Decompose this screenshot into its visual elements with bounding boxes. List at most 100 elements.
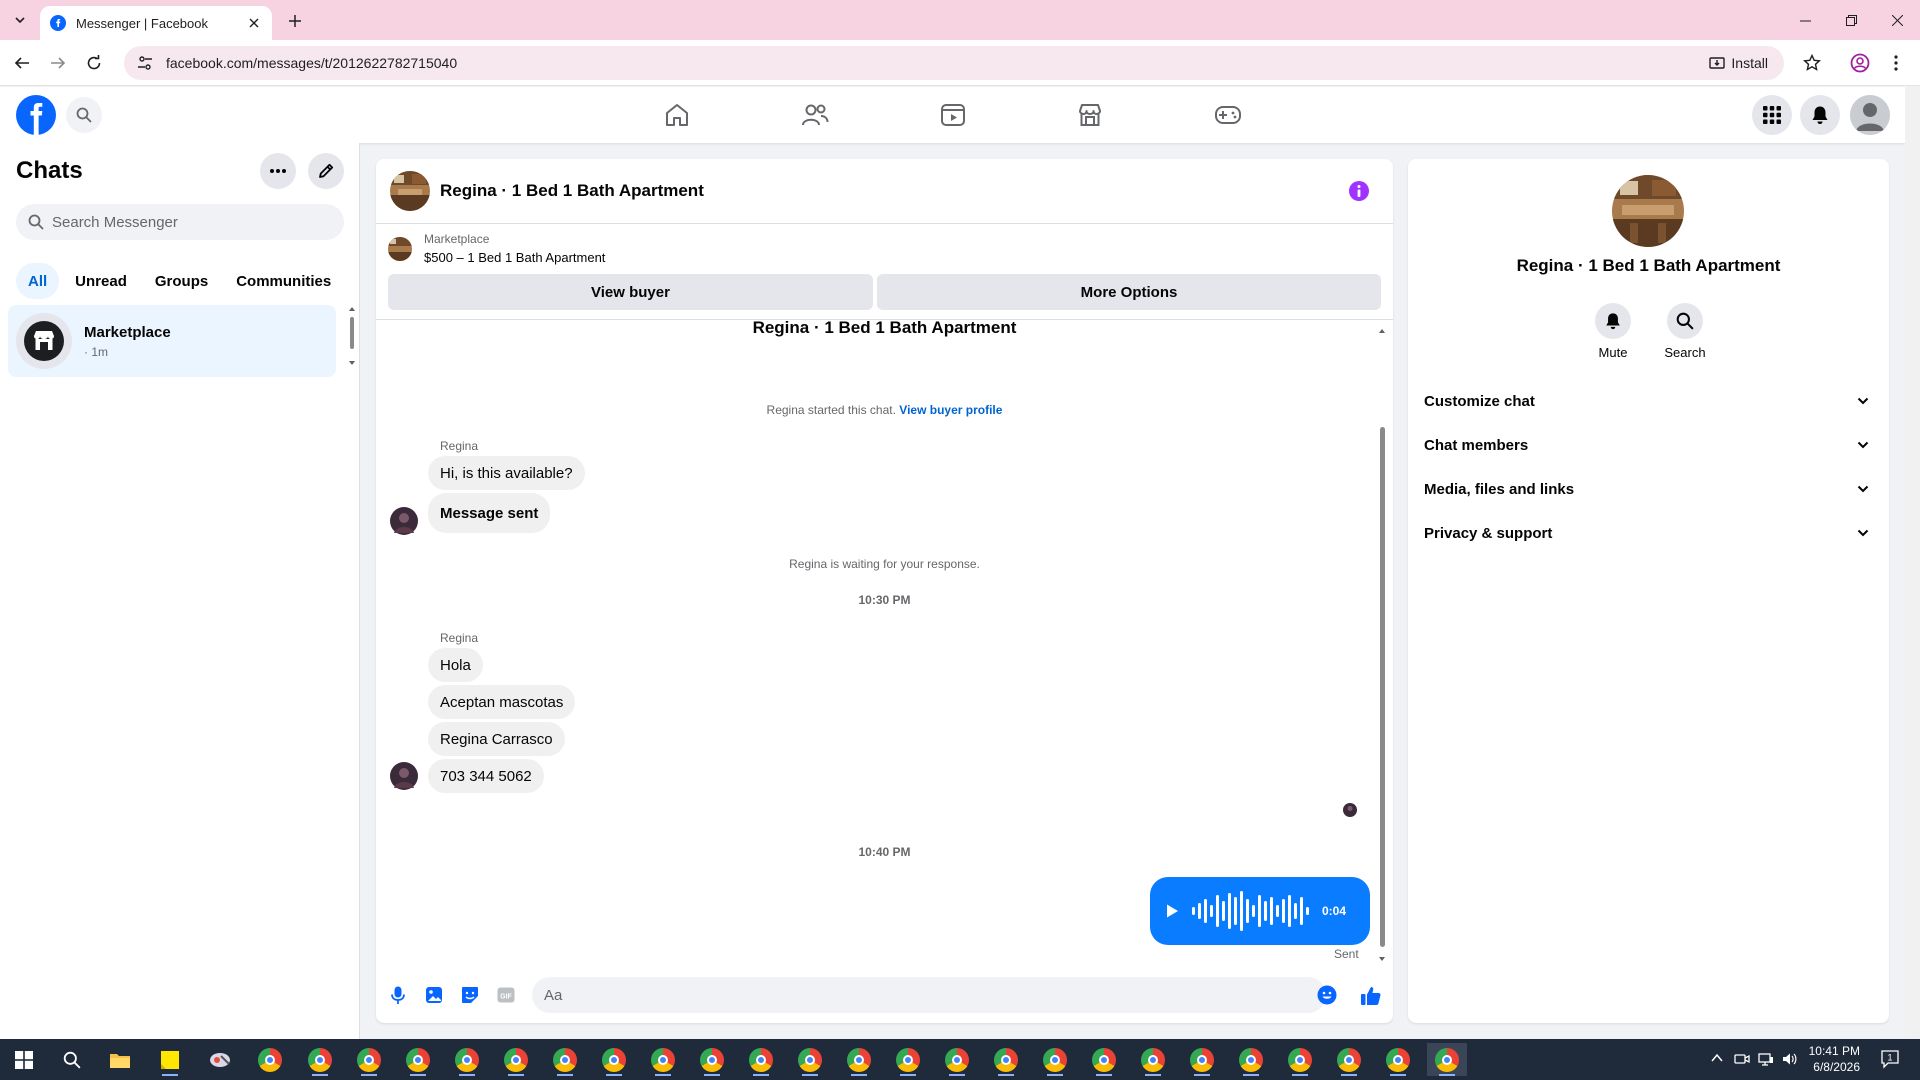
facebook-logo-icon[interactable] xyxy=(16,95,56,135)
gif-icon[interactable]: GIF xyxy=(496,985,516,1005)
chrome-profile-icon[interactable] xyxy=(1231,1043,1271,1076)
address-bar[interactable]: facebook.com/messages/t/2012622782715040… xyxy=(124,46,1784,80)
forward-icon[interactable] xyxy=(46,51,70,75)
chrome-profile-icon[interactable] xyxy=(888,1043,928,1076)
chrome-profile-icon[interactable] xyxy=(790,1043,830,1076)
chrome-active-icon[interactable] xyxy=(1427,1043,1467,1076)
filter-communities[interactable]: Communities xyxy=(224,263,343,299)
facebook-search-icon[interactable] xyxy=(66,97,102,133)
sidebar-scrollbar[interactable] xyxy=(347,305,357,371)
new-tab-icon[interactable] xyxy=(284,10,306,32)
info-icon[interactable] xyxy=(1349,181,1369,201)
close-window-icon[interactable] xyxy=(1874,0,1920,40)
chrome-icon[interactable] xyxy=(250,1043,290,1076)
photo-icon[interactable] xyxy=(424,985,444,1005)
chrome-profile-icon[interactable] xyxy=(594,1043,634,1076)
chrome-profile-icon[interactable] xyxy=(937,1043,977,1076)
gaming-icon[interactable] xyxy=(1208,95,1248,135)
message-bubble[interactable]: Hi, is this available? xyxy=(428,456,585,490)
message-bubble[interactable]: 703 344 5062 xyxy=(428,759,544,793)
chrome-profile-icon[interactable] xyxy=(545,1043,585,1076)
browser-tab[interactable]: Messenger | Facebook xyxy=(40,6,272,40)
site-settings-icon[interactable] xyxy=(136,54,154,72)
filter-unread[interactable]: Unread xyxy=(63,263,139,299)
chrome-profile-icon[interactable] xyxy=(1329,1043,1369,1076)
bookmark-star-icon[interactable] xyxy=(1800,51,1824,75)
mute-button[interactable]: Mute xyxy=(1578,303,1648,360)
microphone-icon[interactable] xyxy=(388,985,408,1005)
sticker-icon[interactable] xyxy=(460,985,480,1005)
chrome-profile-icon[interactable] xyxy=(986,1043,1026,1076)
close-tab-icon[interactable] xyxy=(246,15,262,31)
menu-grid-icon[interactable] xyxy=(1752,95,1792,135)
notification-center-icon[interactable]: 1 xyxy=(1880,1049,1900,1069)
tray-overflow-icon[interactable] xyxy=(1710,1051,1726,1067)
restore-icon[interactable] xyxy=(1828,0,1874,40)
chrome-profile-icon[interactable] xyxy=(1378,1043,1418,1076)
chrome-profile-icon[interactable] xyxy=(741,1043,781,1076)
message-bubble[interactable]: Message sent xyxy=(428,493,551,533)
voice-message[interactable]: 0:04 xyxy=(1150,877,1370,945)
message-input[interactable]: Aa xyxy=(532,977,1326,1013)
chrome-profile-icon[interactable] xyxy=(1182,1043,1222,1076)
regina-avatar[interactable] xyxy=(390,762,418,790)
browser-menu-icon[interactable] xyxy=(1884,51,1908,75)
chrome-profile-icon[interactable] xyxy=(398,1043,438,1076)
home-icon[interactable] xyxy=(657,95,697,135)
chrome-profile-icon[interactable] xyxy=(1280,1043,1320,1076)
chrome-profile-icon[interactable] xyxy=(839,1043,879,1076)
message-bubble[interactable]: Aceptan mascotas xyxy=(428,685,576,719)
regina-avatar[interactable] xyxy=(390,507,418,535)
volume-icon[interactable] xyxy=(1782,1051,1798,1067)
marketplace-listing-row[interactable]: Marketplace $500 – 1 Bed 1 Bath Apartmen… xyxy=(388,232,605,265)
listing-thumbnail[interactable] xyxy=(390,171,430,211)
chrome-profile-icon[interactable] xyxy=(643,1043,683,1076)
search-in-chat-button[interactable]: Search xyxy=(1650,303,1720,360)
snipping-tool-icon[interactable] xyxy=(200,1043,240,1076)
windows-start-icon[interactable] xyxy=(4,1043,44,1076)
thumbs-up-icon[interactable] xyxy=(1360,985,1381,1005)
customize-chat-section[interactable]: Customize chat xyxy=(1424,383,1873,419)
messenger-search-input[interactable]: Search Messenger xyxy=(16,204,344,240)
reload-icon[interactable] xyxy=(82,51,106,75)
sticky-notes-icon[interactable] xyxy=(150,1043,190,1076)
chat-list-item-marketplace[interactable]: Marketplace · 1m xyxy=(8,305,336,377)
chrome-profile-icon[interactable] xyxy=(1084,1043,1124,1076)
system-clock[interactable]: 10:41 PM 6/8/2026 xyxy=(1809,1043,1860,1075)
chat-members-section[interactable]: Chat members xyxy=(1424,427,1873,463)
minimize-icon[interactable] xyxy=(1782,0,1828,40)
message-bubble[interactable]: Regina Carrasco xyxy=(428,722,565,756)
account-avatar[interactable] xyxy=(1850,95,1890,135)
message-bubble[interactable]: Hola xyxy=(428,648,483,682)
profile-icon[interactable] xyxy=(1848,51,1872,75)
new-message-icon[interactable] xyxy=(308,153,344,189)
chrome-profile-icon[interactable] xyxy=(349,1043,389,1076)
marketplace-icon[interactable] xyxy=(1070,95,1110,135)
video-icon[interactable] xyxy=(933,95,973,135)
more-options-button[interactable]: More Options xyxy=(877,274,1381,310)
play-icon[interactable] xyxy=(1164,903,1180,919)
back-icon[interactable] xyxy=(10,51,34,75)
chrome-profile-icon[interactable] xyxy=(1133,1043,1173,1076)
chat-options-icon[interactable] xyxy=(260,153,296,189)
file-explorer-icon[interactable] xyxy=(100,1043,140,1076)
filter-groups[interactable]: Groups xyxy=(143,263,220,299)
chrome-profile-icon[interactable] xyxy=(447,1043,487,1076)
emoji-icon[interactable] xyxy=(1317,985,1337,1005)
page-scrollbar[interactable] xyxy=(1905,87,1920,1039)
view-buyer-profile-link[interactable]: View buyer profile xyxy=(899,403,1002,417)
chrome-profile-icon[interactable] xyxy=(692,1043,732,1076)
network-icon[interactable] xyxy=(1758,1051,1774,1067)
notifications-bell-icon[interactable] xyxy=(1800,95,1840,135)
media-files-links-section[interactable]: Media, files and links xyxy=(1424,471,1873,507)
messages-scrollbar[interactable] xyxy=(1377,327,1387,963)
filter-all[interactable]: All xyxy=(16,263,60,299)
conversation-title[interactable]: Regina · 1 Bed 1 Bath Apartment xyxy=(440,181,704,201)
tab-search-icon[interactable] xyxy=(8,8,32,32)
meet-now-icon[interactable] xyxy=(1734,1051,1750,1067)
privacy-support-section[interactable]: Privacy & support xyxy=(1424,515,1873,551)
chrome-profile-icon[interactable] xyxy=(1035,1043,1075,1076)
view-buyer-button[interactable]: View buyer xyxy=(388,274,873,310)
install-button[interactable]: Install xyxy=(1703,51,1774,75)
listing-large-thumbnail[interactable] xyxy=(1612,175,1684,247)
